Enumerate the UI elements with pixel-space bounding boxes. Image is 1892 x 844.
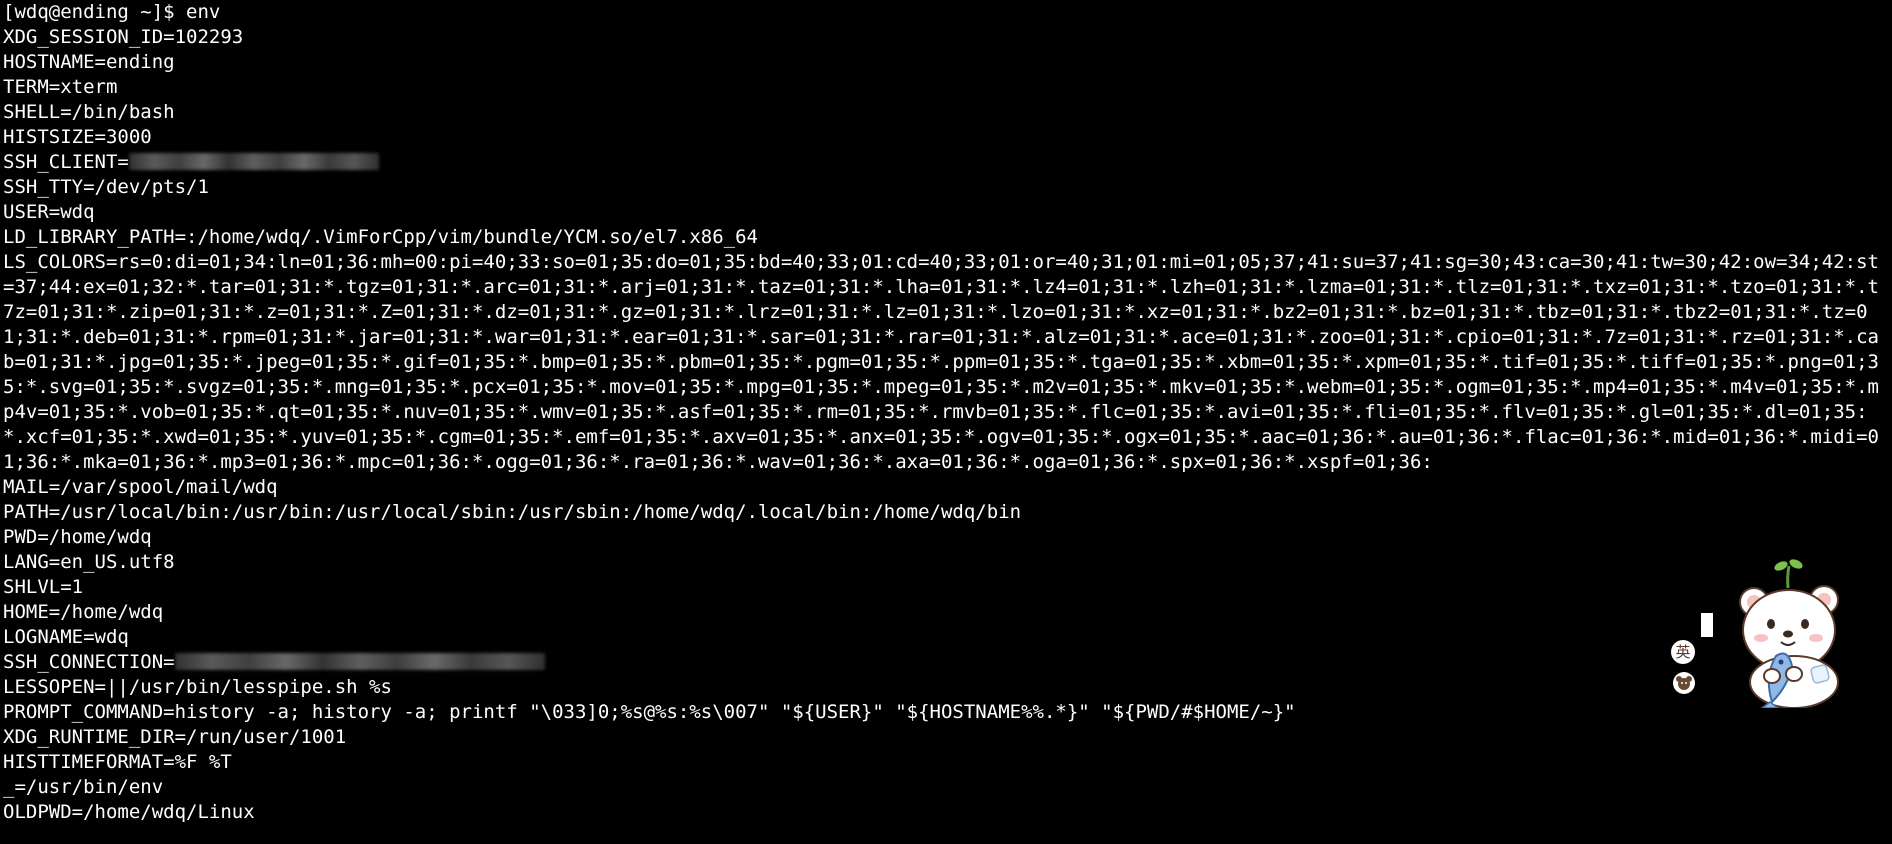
terminal-output[interactable]: [wdq@ending ~]$ env XDG_SESSION_ID=10229… bbox=[3, 0, 1889, 844]
redacted-ip-blur bbox=[174, 653, 545, 670]
env-logname: LOGNAME=wdq bbox=[3, 626, 129, 648]
env-histtimeformat: HISTTIMEFORMAT=%F %T bbox=[3, 751, 232, 773]
env-ssh-connection: SSH_CONNECTION= bbox=[3, 650, 1889, 675]
env-mail: MAIL=/var/spool/mail/wdq bbox=[3, 476, 278, 498]
command-prompt-line: [wdq@ending ~]$ env bbox=[3, 1, 221, 23]
env-shlvl: SHLVL=1 bbox=[3, 576, 84, 598]
env-ls-colors: LS_COLORS=rs=0:di=01;34:ln=01;36:mh=00:p… bbox=[3, 251, 1879, 473]
env-xdg-session-id: XDG_SESSION_ID=102293 bbox=[3, 26, 244, 48]
env-term: TERM=xterm bbox=[3, 76, 118, 98]
env-lessopen: LESSOPEN=||/usr/bin/lesspipe.sh %s bbox=[3, 676, 392, 698]
env-histsize: HISTSIZE=3000 bbox=[3, 126, 152, 148]
env-hostname: HOSTNAME=ending bbox=[3, 51, 175, 73]
cartoon-bear-holding-fish-icon[interactable] bbox=[1668, 556, 1864, 709]
bear-face-icon bbox=[1676, 676, 1692, 690]
env-home: HOME=/home/wdq bbox=[3, 601, 164, 623]
env-path: PATH=/usr/local/bin:/usr/bin:/usr/local/… bbox=[3, 501, 1022, 523]
env-lang: LANG=en_US.utf8 bbox=[3, 551, 175, 573]
ime-mascot-button[interactable] bbox=[1673, 672, 1695, 694]
env-oldpwd: OLDPWD=/home/wdq/Linux bbox=[3, 801, 255, 823]
ime-language-button[interactable]: 英 bbox=[1671, 640, 1695, 664]
env-ssh-tty: SSH_TTY=/dev/pts/1 bbox=[3, 176, 209, 198]
env-ssh-client-label: SSH_CLIENT= bbox=[3, 151, 129, 173]
env-shell: SHELL=/bin/bash bbox=[3, 101, 175, 123]
env-ld-library-path: LD_LIBRARY_PATH=:/home/wdq/.VimForCpp/vi… bbox=[3, 226, 758, 248]
env-ssh-connection-label: SSH_CONNECTION= bbox=[3, 651, 175, 673]
env-ssh-client: SSH_CLIENT= bbox=[3, 150, 1889, 175]
env-pwd: PWD=/home/wdq bbox=[3, 526, 152, 548]
env-prompt-command: PROMPT_COMMAND=history -a; history -a; p… bbox=[3, 701, 1296, 723]
redacted-ip-blur bbox=[128, 153, 379, 170]
env-user: USER=wdq bbox=[3, 201, 95, 223]
env-xdg-runtime-dir: XDG_RUNTIME_DIR=/run/user/1001 bbox=[3, 726, 347, 748]
env-underscore: _=/usr/bin/env bbox=[3, 776, 164, 798]
ime-language-label: 英 bbox=[1675, 643, 1691, 661]
ime-floating-toolbar[interactable]: 英 bbox=[1668, 556, 1864, 709]
